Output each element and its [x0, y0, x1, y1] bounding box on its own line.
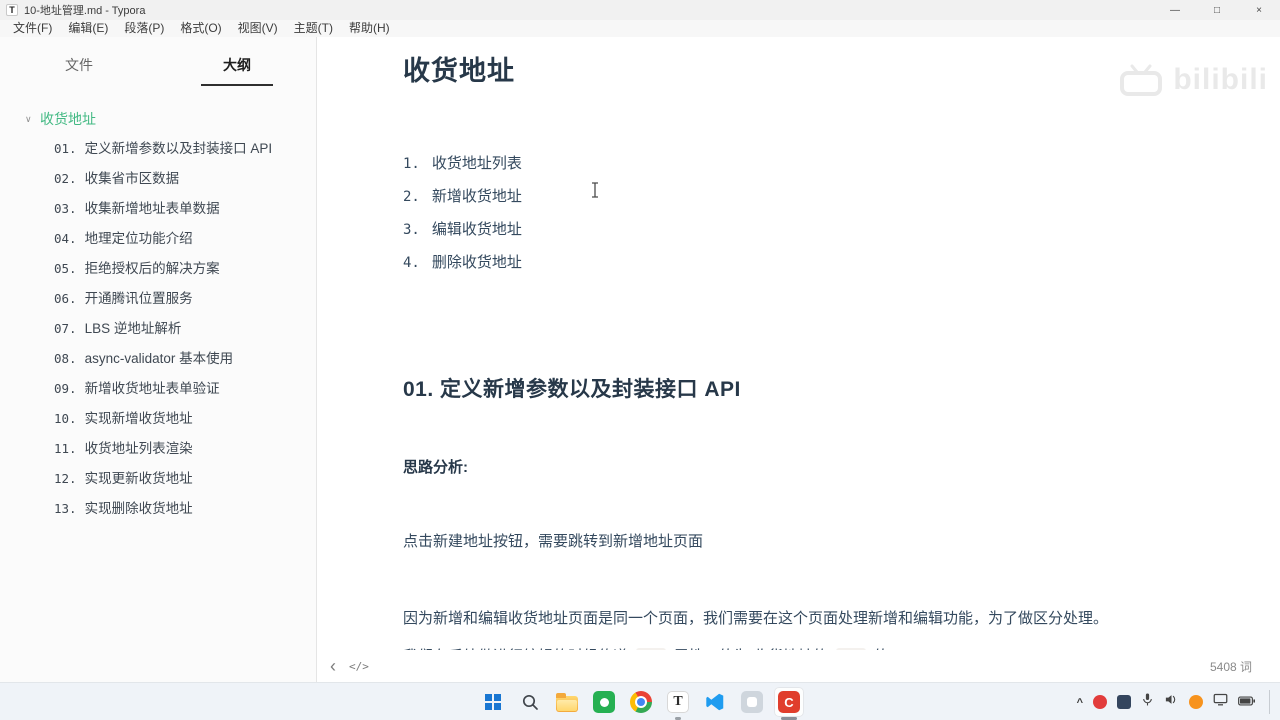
close-button[interactable]: × [1238, 0, 1280, 20]
paragraph: 点击新建地址按钮，需要跳转到新增地址页面 [403, 533, 704, 550]
menu-edit[interactable]: 编辑(E) [61, 20, 115, 37]
outline-item-12[interactable]: 12. 实现更新收货地址 [0, 464, 316, 494]
tray-blue-app-icon[interactable] [1117, 695, 1131, 709]
menu-theme[interactable]: 主题(T) [287, 20, 340, 37]
bilibili-watermark-text: bilibili [1173, 63, 1268, 96]
outline-item-06[interactable]: 06. 开通腾讯位置服务 [0, 284, 316, 314]
menu-view[interactable]: 视图(V) [231, 20, 285, 37]
ordered-list: 1. 收货地址列表 2. 新增收货地址 3. 编辑收货地址 4. 删除收货地址 [403, 147, 1160, 279]
chrome-button[interactable] [626, 687, 656, 717]
menubar: 文件(F) 编辑(E) 段落(P) 格式(O) 视图(V) 主题(T) 帮助(H… [0, 20, 1280, 37]
section-heading: 01. 定义新增参数以及封装接口 API [403, 378, 741, 401]
folder-icon [556, 693, 578, 712]
doc-title-heading: 收货地址 [403, 56, 515, 86]
list-item: 2. 新增收货地址 [403, 188, 522, 205]
maximize-button[interactable]: □ [1196, 0, 1238, 20]
typora-icon: T [667, 691, 689, 713]
menu-file[interactable]: 文件(F) [6, 20, 59, 37]
analysis-label: 思路分析: [403, 459, 468, 476]
outline-item-root[interactable]: ∨ 收货地址 [0, 104, 316, 134]
gray-app-button[interactable] [737, 687, 767, 717]
outline-item-08[interactable]: 08. async-validator 基本使用 [0, 344, 316, 374]
taskbar: T C ^ [0, 682, 1280, 720]
statusbar: ‹ </> 5408 词 [317, 650, 1280, 682]
green-app-icon [593, 691, 615, 713]
display-icon[interactable] [1213, 693, 1228, 711]
source-code-mode-icon[interactable]: </> [349, 660, 369, 673]
text-cursor-ibeam [590, 182, 600, 203]
tray-chevron-up-icon[interactable]: ^ [1077, 697, 1083, 709]
volume-icon[interactable] [1164, 693, 1179, 711]
outline-item-02[interactable]: 02. 收集省市区数据 [0, 164, 316, 194]
typora-taskbar-button[interactable]: T [663, 687, 693, 717]
window-title: 10-地址管理.md - Typora [24, 5, 146, 17]
chevron-down-icon[interactable]: ∨ [25, 104, 32, 134]
outline-item-10[interactable]: 10. 实现新增收货地址 [0, 404, 316, 434]
outline-item-01[interactable]: 01. 定义新增参数以及封装接口 API [0, 134, 316, 164]
word-count: 5408 词 [1209, 659, 1252, 674]
list-item: 3. 编辑收货地址 [403, 221, 522, 238]
window-controls: — □ × [1154, 0, 1280, 20]
outline-panel: ∨ 收货地址 01. 定义新增参数以及封装接口 API 02. 收集省市区数据 03… [0, 104, 316, 524]
show-desktop-button[interactable] [1269, 690, 1272, 714]
tab-outline[interactable]: 大纲 [158, 47, 316, 86]
titlebar: T 10-地址管理.md - Typora — □ × [0, 0, 1280, 20]
start-button[interactable] [478, 687, 508, 717]
system-tray: ^ [1077, 683, 1272, 720]
menu-format[interactable]: 格式(O) [173, 20, 228, 37]
sidebar: 文件 大纲 ∨ 收货地址 01. 定义新增参数以及封装接口 API 02. 收集省市… [0, 37, 317, 682]
outline-item-04[interactable]: 04. 地理定位功能介绍 [0, 224, 316, 254]
outline-item-03[interactable]: 03. 收集新增地址表单数据 [0, 194, 316, 224]
tab-files[interactable]: 文件 [0, 47, 158, 86]
vscode-icon [706, 693, 724, 711]
microphone-icon[interactable] [1141, 692, 1154, 712]
red-c-app-button[interactable]: C [774, 687, 804, 717]
outline-item-07[interactable]: 07. LBS 逆地址解析 [0, 314, 316, 344]
outline-root-label: 收货地址 [40, 111, 96, 127]
tray-orange-app-icon[interactable] [1189, 695, 1203, 709]
outline-item-11[interactable]: 11. 收货地址列表渲染 [0, 434, 316, 464]
minimize-button[interactable]: — [1154, 0, 1196, 20]
list-item: 4. 删除收货地址 [403, 254, 522, 271]
red-c-app-icon: C [778, 691, 800, 713]
outline-item-09[interactable]: 09. 新增收货地址表单验证 [0, 374, 316, 404]
windows-logo-icon [485, 694, 501, 710]
chrome-icon [630, 691, 652, 713]
typora-app-icon: T [6, 4, 18, 16]
outline-item-05[interactable]: 05. 拒绝授权后的解决方案 [0, 254, 316, 284]
menu-help[interactable]: 帮助(H) [342, 20, 397, 37]
tray-red-app-icon[interactable] [1093, 695, 1107, 709]
paragraph: 因为新增和编辑收货地址页面是同一个页面，我们需要在这个页面处理新增和编辑功能，为… [403, 610, 1109, 627]
outline-item-13[interactable]: 13. 实现删除收货地址 [0, 494, 316, 524]
battery-icon[interactable] [1238, 693, 1255, 711]
file-explorer-button[interactable] [552, 687, 582, 717]
search-button[interactable] [515, 687, 545, 717]
list-item: 1. 收货地址列表 [403, 155, 522, 172]
sidebar-tabs: 文件 大纲 [0, 37, 316, 86]
vscode-button[interactable] [700, 687, 730, 717]
gray-app-icon [741, 691, 763, 713]
search-icon [522, 694, 538, 710]
sidebar-toggle-icon[interactable]: ‹ [330, 657, 336, 675]
editor-area[interactable]: bilibili 收货地址 1. 收货地址列表 2. 新增收货地址 3. 编辑收货地址… [317, 37, 1280, 682]
taskbar-center: T C [478, 683, 804, 720]
menu-paragraph[interactable]: 段落(P) [117, 20, 171, 37]
green-app-button[interactable] [589, 687, 619, 717]
